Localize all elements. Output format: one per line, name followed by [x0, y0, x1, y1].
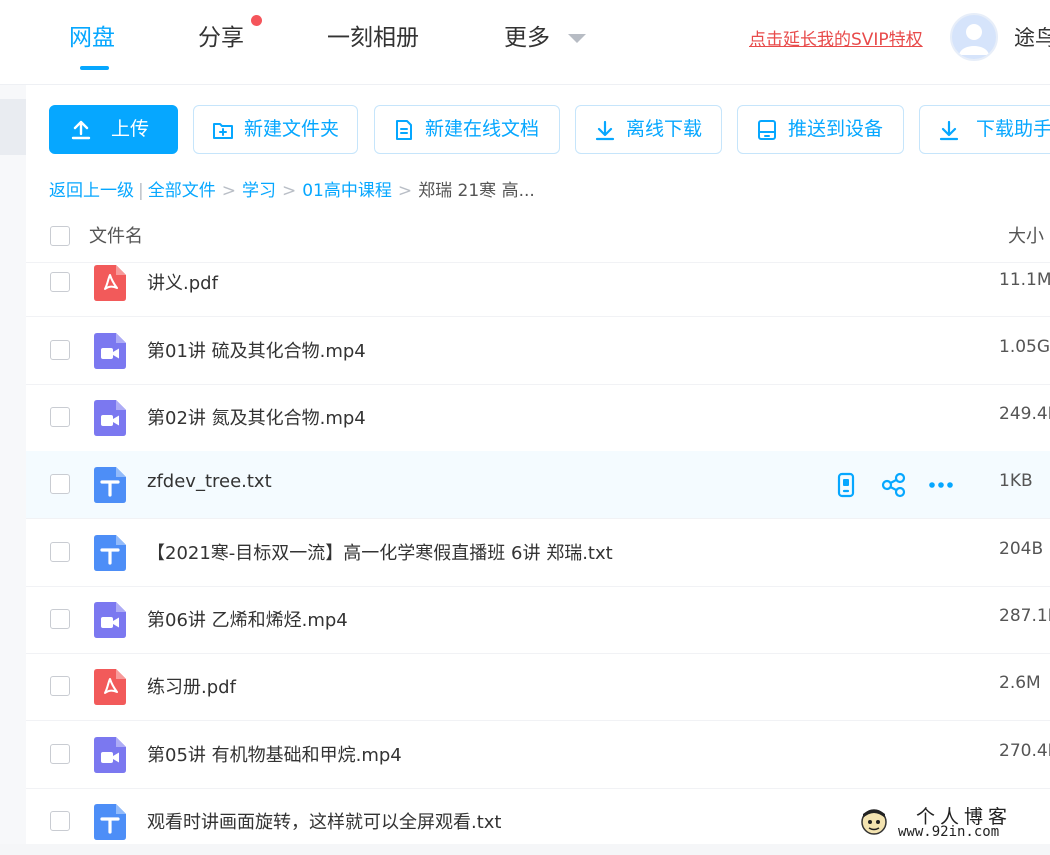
row-checkbox[interactable]	[50, 474, 70, 494]
download-icon	[939, 120, 959, 141]
row-checkbox[interactable]	[50, 676, 70, 696]
tab-netdisk[interactable]: 网盘	[69, 20, 115, 56]
breadcrumb-back[interactable]: 返回上一级	[49, 181, 134, 201]
avatar[interactable]	[950, 13, 998, 61]
tab-album[interactable]: 一刻相册	[327, 20, 419, 56]
table-row[interactable]: 第06讲 乙烯和烯烃.mp4 287.1M	[26, 586, 1050, 654]
table-row[interactable]: 第01讲 硫及其化合物.mp4 1.05G	[26, 317, 1050, 385]
pdf-icon	[94, 669, 126, 705]
folder-plus-icon	[213, 123, 233, 139]
breadcrumb-item-study[interactable]: 学习	[242, 181, 276, 201]
row-checkbox[interactable]	[50, 407, 70, 427]
tab-share[interactable]: 分享	[198, 20, 244, 56]
file-size: 2.6M	[999, 673, 1041, 693]
mascot-face-icon	[861, 809, 887, 835]
upload-icon	[71, 120, 91, 140]
breadcrumb: 返回上一级 | 全部文件 > 学习 >01高中课程 > 郑瑞 21寒 高...	[49, 176, 535, 201]
breadcrumb-separator: >	[397, 181, 413, 201]
video-icon	[94, 602, 126, 638]
table-row[interactable]: 【2021寒-目标双一流】高一化学寒假直播班 6讲 郑瑞.txt 204B	[26, 519, 1050, 587]
file-size: 249.4M	[999, 404, 1050, 424]
document-icon	[396, 120, 412, 140]
text-icon	[94, 535, 126, 571]
offline-download-button[interactable]: 离线下载	[575, 105, 722, 154]
file-name[interactable]: 讲义.pdf	[147, 269, 218, 295]
file-name[interactable]: zfdev_tree.txt	[147, 471, 272, 492]
file-size: 270.4M	[999, 741, 1050, 761]
breadcrumb-item-all-files[interactable]: 全部文件	[148, 181, 216, 201]
tab-more[interactable]: 更多	[504, 20, 550, 56]
row-checkbox[interactable]	[50, 340, 70, 360]
file-name[interactable]: 【2021寒-目标双一流】高一化学寒假直播班 6讲 郑瑞.txt	[147, 539, 613, 565]
breadcrumb-current: 郑瑞 21寒 高...	[418, 181, 535, 201]
breadcrumb-item-course[interactable]: 01高中课程	[302, 181, 392, 201]
file-name[interactable]: 第06讲 乙烯和烯烃.mp4	[147, 606, 348, 632]
file-name[interactable]: 练习册.pdf	[147, 673, 236, 699]
device-icon	[758, 120, 776, 140]
text-icon	[94, 804, 126, 840]
file-name[interactable]: 观看时讲画面旋转，这样就可以全屏观看.txt	[147, 808, 502, 834]
pdf-icon	[94, 265, 126, 301]
file-name[interactable]: 第05讲 有机物基础和甲烷.mp4	[147, 741, 402, 767]
file-size: 204B	[999, 539, 1044, 559]
username[interactable]: 途鸟	[1014, 22, 1050, 52]
breadcrumb-divider: |	[138, 181, 144, 201]
push-to-phone-icon[interactable]	[833, 472, 859, 498]
new-folder-label: 新建文件夹	[244, 118, 340, 140]
row-checkbox[interactable]	[50, 272, 70, 292]
table-row[interactable]: 第02讲 氮及其化合物.mp4 249.4M	[26, 384, 1050, 452]
sidebar	[0, 85, 26, 844]
table-row[interactable]: 练习册.pdf 2.6M	[26, 653, 1050, 721]
text-icon	[94, 467, 126, 503]
watermark-url: www.92in.com	[898, 824, 1000, 840]
upload-button-label: 上传	[111, 118, 150, 140]
notification-dot	[251, 15, 262, 26]
video-icon	[94, 737, 126, 773]
file-name[interactable]: 第01讲 硫及其化合物.mp4	[147, 337, 366, 363]
file-size: 1KB	[999, 471, 1033, 491]
new-online-doc-label: 新建在线文档	[425, 118, 540, 140]
column-header-size[interactable]: 大小	[1008, 222, 1044, 248]
offline-download-label: 离线下载	[626, 118, 703, 140]
download-helper-button[interactable]: 下载助手	[919, 105, 1050, 154]
file-size: 287.1M	[999, 606, 1050, 626]
upload-button[interactable]: 上传	[49, 105, 178, 154]
avatar-person-icon	[959, 24, 989, 55]
breadcrumb-separator: >	[281, 181, 297, 201]
download-helper-label: 下载助手	[976, 118, 1050, 140]
share-icon[interactable]	[881, 472, 907, 498]
file-panel: 上传 新建文件夹 新建在线文档 离线下载 推送到设备 下载助手 返回上一级 | …	[26, 85, 1050, 844]
push-to-device-button[interactable]: 推送到设备	[737, 105, 904, 154]
video-icon	[94, 400, 126, 436]
top-nav: 网盘 分享 一刻相册 更多 点击延长我的SVIP特权 途鸟	[0, 0, 1050, 85]
table-row[interactable]: 讲义.pdf 11.1M	[26, 251, 1050, 317]
file-size: 1.05G	[999, 337, 1050, 357]
select-all-checkbox[interactable]	[50, 226, 70, 246]
video-icon	[94, 333, 126, 369]
column-header-filename[interactable]: 文件名	[89, 222, 143, 248]
more-options-icon[interactable]	[928, 472, 954, 498]
watermark: 个人博客 www.92in.com	[858, 800, 1050, 844]
row-checkbox[interactable]	[50, 744, 70, 764]
caret-down-icon[interactable]	[568, 34, 586, 43]
row-checkbox[interactable]	[50, 542, 70, 562]
svip-renew-link[interactable]: 点击延长我的SVIP特权	[749, 25, 923, 50]
new-online-doc-button[interactable]: 新建在线文档	[374, 105, 560, 154]
table-row[interactable]: 第05讲 有机物基础和甲烷.mp4 270.4M	[26, 721, 1050, 789]
table-row[interactable]: zfdev_tree.txt 1KB	[26, 451, 1050, 519]
row-checkbox[interactable]	[50, 609, 70, 629]
file-size: 11.1M	[999, 270, 1050, 290]
push-to-device-label: 推送到设备	[788, 118, 884, 140]
file-name[interactable]: 第02讲 氮及其化合物.mp4	[147, 404, 366, 430]
new-folder-button[interactable]: 新建文件夹	[193, 105, 358, 154]
sidebar-selected-item[interactable]	[0, 99, 26, 155]
breadcrumb-separator: >	[221, 181, 236, 201]
row-checkbox[interactable]	[50, 811, 70, 831]
download-icon	[595, 120, 615, 141]
active-tab-indicator	[80, 66, 109, 70]
